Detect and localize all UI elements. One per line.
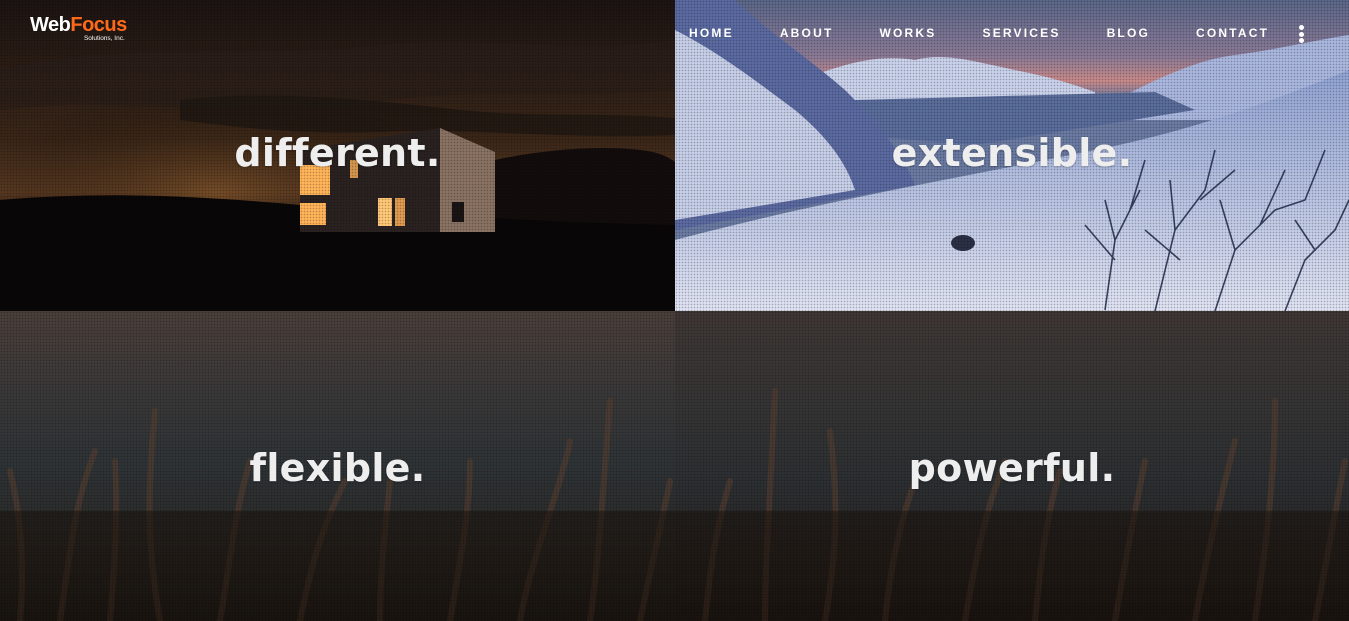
logo-word-web: Web — [30, 14, 71, 36]
logo-word-focus: Focus — [70, 14, 127, 36]
nav-services[interactable]: SERVICES — [982, 26, 1060, 40]
panel-word-different: different. — [234, 130, 441, 175]
nav-contact[interactable]: CONTACT — [1196, 26, 1269, 40]
hero-grid: different. extensible. flexible. powerfu… — [0, 0, 1349, 621]
logo-wordmark: WebFocus — [30, 15, 127, 35]
menu-dot — [1298, 25, 1304, 30]
panel-different[interactable]: different. — [0, 0, 675, 311]
panel-word-extensible: extensible. — [891, 130, 1133, 175]
panel-word-powerful: powerful. — [908, 446, 1116, 490]
logo-tagline: Solutions, Inc. — [83, 35, 125, 42]
main-nav: HOME ABOUT WORKS SERVICES BLOG CONTACT — [689, 26, 1269, 40]
nav-blog[interactable]: BLOG — [1107, 26, 1150, 40]
menu-dot — [1298, 38, 1304, 43]
panel-flexible[interactable]: flexible. — [0, 311, 675, 621]
nav-works[interactable]: WORKS — [879, 26, 936, 40]
menu-dot — [1298, 31, 1304, 37]
page: different. extensible. flexible. powerfu… — [0, 0, 1349, 621]
logo[interactable]: WebFocus Solutions, Inc. — [30, 15, 127, 43]
panel-powerful[interactable]: powerful. — [675, 311, 1349, 621]
nav-home[interactable]: HOME — [689, 26, 734, 40]
panel-word-flexible: flexible. — [249, 446, 426, 490]
panel-extensible[interactable]: extensible. — [675, 0, 1349, 311]
nav-about[interactable]: ABOUT — [780, 26, 834, 40]
kebab-menu-icon[interactable] — [1297, 25, 1305, 43]
